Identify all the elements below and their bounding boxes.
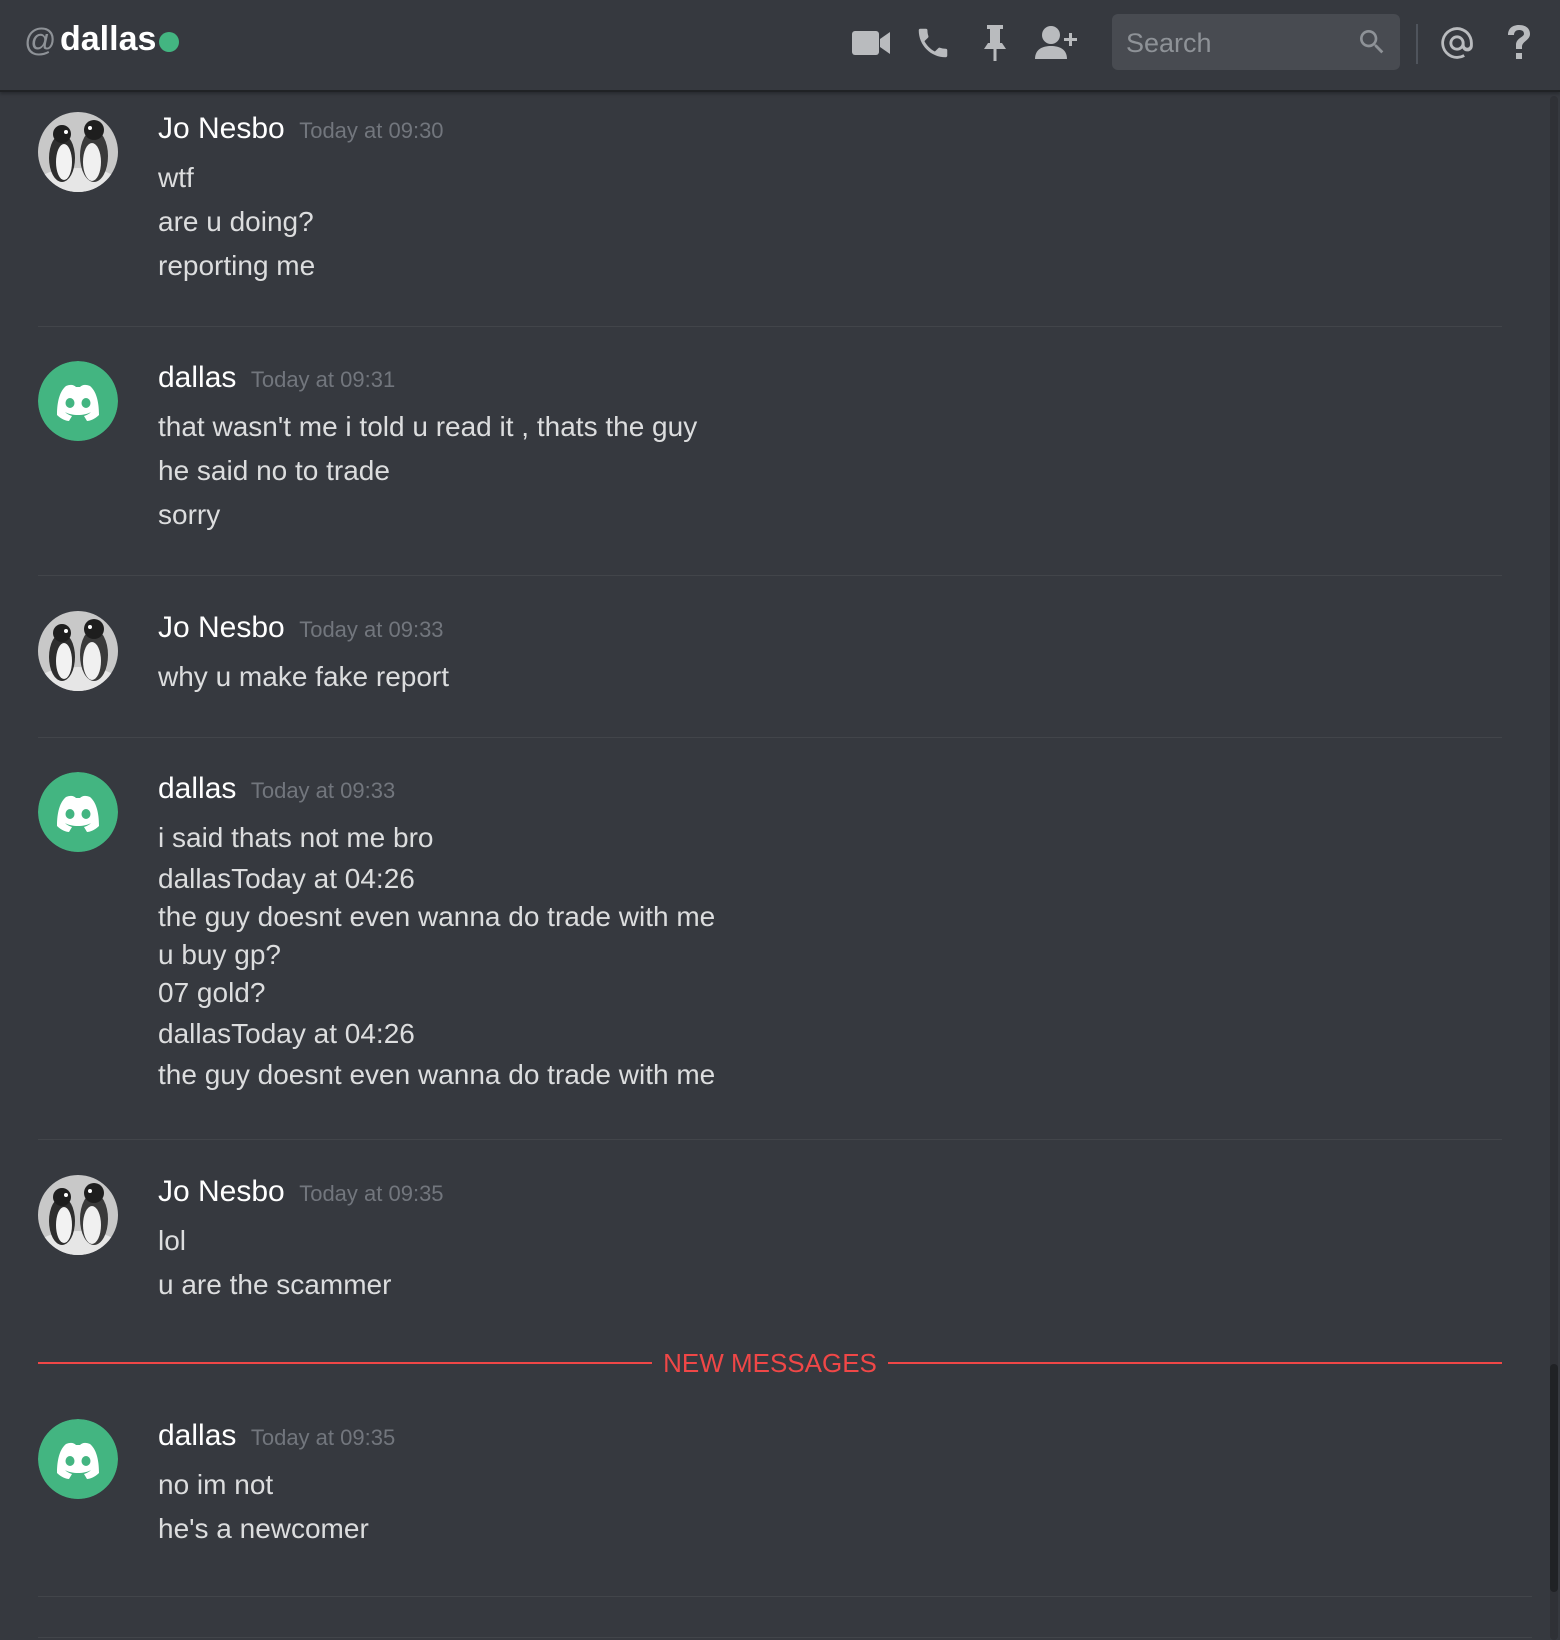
message-text: u are the scammer (158, 1269, 392, 1300)
timestamp: Today at 09:30 (299, 118, 444, 143)
message-text: dallasToday at 04:26 (158, 863, 415, 894)
search-input[interactable] (1124, 14, 1348, 72)
pin-icon[interactable] (972, 20, 1018, 66)
message-text: the guy doesnt even wanna do trade with … (158, 1059, 716, 1090)
message-divider (38, 1139, 1502, 1140)
message-text: no im not (158, 1469, 274, 1500)
message-text: he's a newcomer (158, 1513, 369, 1544)
message-text: he said no to trade (158, 455, 390, 486)
avatar[interactable] (38, 611, 118, 691)
header-divider (1416, 24, 1418, 64)
timestamp: Today at 09:31 (250, 367, 396, 392)
username[interactable]: Jo Nesbo (158, 112, 285, 145)
online-status-icon (159, 32, 179, 52)
phone-icon[interactable] (910, 20, 956, 66)
mention-icon[interactable] (1434, 20, 1480, 66)
dm-at-symbol: @ (24, 22, 57, 58)
discord-logo-icon (38, 1419, 118, 1499)
divider-line-right (888, 1362, 1502, 1364)
new-messages-label: NEW MESSAGES (663, 1348, 877, 1378)
message-text: are u doing? (158, 206, 314, 237)
message-divider (38, 737, 1502, 738)
help-icon[interactable] (1496, 20, 1542, 66)
timestamp: Today at 09:35 (250, 1425, 396, 1450)
discord-logo-icon (38, 361, 118, 441)
channel-header: @ dallas (0, 0, 1560, 92)
message-divider (38, 1637, 1532, 1638)
message-text: u buy gp? (158, 939, 281, 970)
search-bar[interactable] (1112, 14, 1400, 72)
avatar[interactable] (38, 772, 118, 852)
add-friend-icon[interactable] (1034, 20, 1080, 66)
message-text: that wasn't me i told u read it , thats … (158, 411, 698, 442)
message-text: dallasToday at 04:26 (158, 1018, 415, 1049)
channel-title: dallas (60, 20, 157, 58)
message-text: why u make fake report (158, 661, 450, 692)
scrollbar[interactable] (1548, 96, 1560, 1640)
timestamp: Today at 09:33 (299, 617, 444, 642)
message-text: 07 gold? (158, 977, 266, 1008)
message-text: lol (158, 1225, 187, 1256)
message-text: wtf (158, 162, 194, 193)
discord-logo-icon (38, 772, 118, 852)
timestamp: Today at 09:33 (250, 778, 396, 803)
message-text: sorry (158, 499, 221, 530)
avatar[interactable] (38, 361, 118, 441)
scrollbar-thumb[interactable] (1550, 1364, 1558, 1592)
new-messages-divider: NEW MESSAGES (38, 1348, 1502, 1378)
message-list: Jo Nesbo Today at 09:30 wtf are u doing?… (0, 92, 1548, 1640)
divider-line-left (38, 1362, 652, 1364)
avatar[interactable] (38, 112, 118, 192)
timestamp: Today at 09:35 (299, 1181, 444, 1206)
username[interactable]: Jo Nesbo (158, 611, 285, 644)
username[interactable]: Jo Nesbo (158, 1175, 285, 1208)
message-divider (38, 1596, 1532, 1597)
video-icon[interactable] (848, 20, 894, 66)
username[interactable]: dallas (158, 361, 236, 394)
message-divider (38, 575, 1502, 576)
avatar[interactable] (38, 1175, 118, 1255)
message-text: reporting me (158, 250, 316, 281)
message-divider (38, 326, 1502, 327)
avatar[interactable] (38, 1419, 118, 1499)
username[interactable]: dallas (158, 772, 236, 805)
message-text: the guy doesnt even wanna do trade with … (158, 901, 716, 932)
message-text: i said thats not me bro (158, 822, 434, 853)
search-icon[interactable] (1356, 26, 1388, 58)
username[interactable]: dallas (158, 1419, 236, 1452)
